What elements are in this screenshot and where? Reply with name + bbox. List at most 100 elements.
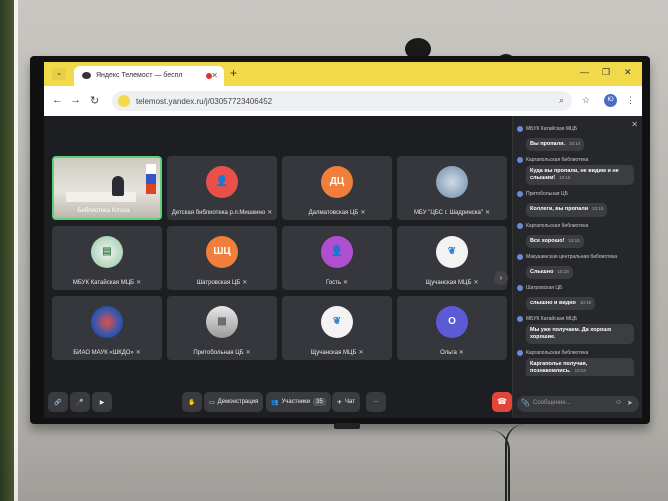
participant-name: БИАО МАУК «ШКДО» ✕ bbox=[73, 350, 141, 356]
message-bubble: Слышно 10:18 bbox=[526, 265, 573, 279]
camera-button[interactable]: ▶ bbox=[92, 392, 112, 412]
participant-name: МБУ "ЦБС г. Шадринска" ✕ bbox=[413, 210, 491, 216]
participant-name: Ольга ✕ bbox=[440, 350, 464, 356]
chat-message: МБУК Катайская МЦБ Вы пропали. 10:14 bbox=[517, 126, 639, 152]
participant-name: Щучанская МЦБ ✕ bbox=[425, 280, 479, 286]
wall-edge bbox=[14, 0, 18, 501]
chat-message: Шатровская ЦБ слышно и видно 10:19 bbox=[517, 284, 639, 310]
profile-avatar[interactable]: Ю bbox=[604, 94, 617, 107]
mic-off-icon: ✕ bbox=[360, 210, 366, 216]
mic-off-icon: ✕ bbox=[267, 210, 273, 216]
reload-icon[interactable]: ↻ bbox=[90, 94, 99, 107]
participant-avatar: О bbox=[436, 306, 468, 338]
participant-grid: Библиотека Югсоа ✕ 👤 Детская библиотека р… bbox=[52, 156, 507, 364]
message-time: 10:15 bbox=[592, 206, 604, 212]
chat-messages: МБУК Катайская МЦБ Вы пропали. 10:14 Каргап… bbox=[517, 126, 639, 376]
forward-icon[interactable]: → bbox=[70, 94, 81, 106]
maximize-icon[interactable]: ❐ bbox=[602, 67, 610, 78]
bookmark-star-icon[interactable]: ☆ bbox=[582, 95, 590, 106]
author-avatar bbox=[517, 315, 523, 322]
chat-message: Макушинская центральная библиотека Слышно… bbox=[517, 253, 639, 279]
participant-tile[interactable]: БИАО МАУК «ШКДО» ✕ bbox=[52, 296, 162, 360]
participant-name: Щучанская МЦБ ✕ bbox=[310, 350, 364, 356]
attach-icon[interactable]: 📎 bbox=[521, 399, 530, 407]
participant-tile[interactable]: Библиотека Югсоа ✕ bbox=[52, 156, 162, 220]
participant-name: Притобольная ЦБ ✕ bbox=[193, 350, 251, 356]
message-bubble: слышно и видно 10:19 bbox=[526, 296, 596, 310]
message-author: Шатровская ЦБ bbox=[517, 284, 639, 291]
minimize-icon[interactable]: — bbox=[580, 67, 589, 77]
chat-button[interactable]: ✈ Чат bbox=[332, 392, 360, 412]
close-window-icon[interactable]: ✕ bbox=[624, 67, 632, 78]
mic-off-icon: ✕ bbox=[242, 280, 248, 286]
back-icon[interactable]: ← bbox=[52, 94, 63, 106]
site-info-icon[interactable] bbox=[118, 95, 130, 107]
participant-tile[interactable]: ❦ Щучанская МЦБ ✕ bbox=[397, 226, 507, 290]
zoom-icon[interactable]: ⌕ bbox=[559, 95, 564, 106]
screen-share-button[interactable]: ▭ Демонстрация bbox=[204, 392, 264, 412]
chat-message: Притобольная ЦБ Коллеги, вы пропали 10:15 bbox=[517, 191, 639, 217]
message-author: Каргапольская библиотека bbox=[517, 350, 639, 357]
message-bubble: Каргаполье получая, познакомлись. 10:24 bbox=[526, 358, 634, 376]
video-flag bbox=[146, 164, 156, 194]
next-page-button[interactable]: › bbox=[494, 271, 508, 285]
participant-tile[interactable]: 👤 Гость ✕ bbox=[282, 226, 392, 290]
participant-logo: ❦ bbox=[436, 236, 468, 268]
participant-avatar: 👤 bbox=[321, 236, 353, 268]
message-bubble: Все хорошо! 10:15 bbox=[526, 234, 584, 248]
raise-hand-button[interactable]: ✋ bbox=[182, 392, 202, 412]
emoji-icon[interactable]: ☺ bbox=[615, 399, 622, 406]
plant-edge bbox=[0, 0, 14, 501]
mic-off-icon: ✕ bbox=[458, 350, 464, 356]
participant-tile[interactable]: ▦ Притобольная ЦБ ✕ bbox=[167, 296, 277, 360]
screen-share-icon: ▭ bbox=[209, 399, 215, 406]
participant-tile[interactable]: ШЦ Шатровская ЦБ ✕ bbox=[167, 226, 277, 290]
participant-logo: ▦ bbox=[206, 306, 238, 338]
chat-message: Каргапольская библиотека Каргаполье получ… bbox=[517, 350, 639, 376]
message-time: 10:24 bbox=[574, 368, 586, 374]
participant-tile[interactable]: ❦ Щучанская МЦБ ✕ bbox=[282, 296, 392, 360]
participant-tile[interactable]: ДЦ Далматовская ЦБ ✕ bbox=[282, 156, 392, 220]
mic-off-icon: ✕ bbox=[135, 350, 141, 356]
end-call-button[interactable]: ☎ bbox=[492, 392, 512, 412]
participant-tile[interactable]: 👤 Детская библиотека р.п.Мишкино ✕ bbox=[167, 156, 277, 220]
tab-search-button[interactable]: ⌄ bbox=[52, 68, 66, 80]
participant-tile[interactable]: МБУ "ЦБС г. Шадринска" ✕ bbox=[397, 156, 507, 220]
chat-panel: ✕ МБУК Катайская МЦБ Вы пропали. 10:14 Карг… bbox=[512, 116, 642, 418]
chat-input[interactable]: 📎 Сообщение... ☺ ➤ bbox=[517, 396, 639, 412]
author-avatar bbox=[517, 157, 523, 164]
message-time: 10:19 bbox=[579, 299, 592, 305]
chat-icon: ✈ bbox=[337, 399, 343, 406]
mic-off-icon: ✕ bbox=[343, 280, 349, 286]
telemost-icon bbox=[82, 72, 91, 79]
browser-menu-icon[interactable]: ⋮ bbox=[626, 95, 635, 106]
participant-tile[interactable]: О Ольга ✕ bbox=[397, 296, 507, 360]
close-tab-icon[interactable]: ✕ bbox=[211, 71, 218, 80]
new-tab-button[interactable]: + bbox=[230, 66, 237, 80]
tv-stand bbox=[334, 423, 360, 429]
message-time: 10:15 bbox=[568, 237, 580, 243]
link-button[interactable]: 🔗 bbox=[48, 392, 68, 412]
message-bubble: Коллеги, вы пропали 10:15 bbox=[526, 203, 608, 217]
browser-tab-bar: ⌄ Яндекс Телемост — беспл ✕ + — ❐ ✕ bbox=[44, 62, 642, 86]
participant-name: МБУК Катайская МЦБ ✕ bbox=[72, 280, 142, 286]
url-field[interactable]: telemost.yandex.ru/j/03057723406452 bbox=[112, 91, 572, 111]
participants-button[interactable]: 👥 Участники 35 bbox=[266, 392, 331, 412]
mic-off-icon: ✕ bbox=[131, 208, 137, 214]
participant-logo bbox=[436, 166, 468, 198]
message-author: МБУК Катайская МЦБ bbox=[517, 315, 639, 322]
participant-avatar: 👤 bbox=[206, 166, 238, 198]
microphone-button[interactable]: 🎤 bbox=[70, 392, 90, 412]
message-author: Притобольная ЦБ bbox=[517, 191, 639, 198]
author-avatar bbox=[517, 284, 523, 291]
message-author: Макушинская центральная библиотека bbox=[517, 253, 639, 260]
author-avatar bbox=[517, 350, 523, 357]
browser-tab[interactable]: Яндекс Телемост — беспл ✕ bbox=[74, 66, 224, 86]
more-button[interactable]: ··· bbox=[366, 392, 386, 412]
meeting-area: Библиотека Югсоа ✕ 👤 Детская библиотека р… bbox=[44, 116, 512, 418]
send-icon[interactable]: ➤ bbox=[627, 399, 633, 407]
participant-tile[interactable]: ▤ МБУК Катайская МЦБ ✕ bbox=[52, 226, 162, 290]
author-avatar bbox=[517, 191, 523, 198]
mic-off-icon: ✕ bbox=[485, 210, 491, 216]
cable bbox=[490, 430, 510, 501]
